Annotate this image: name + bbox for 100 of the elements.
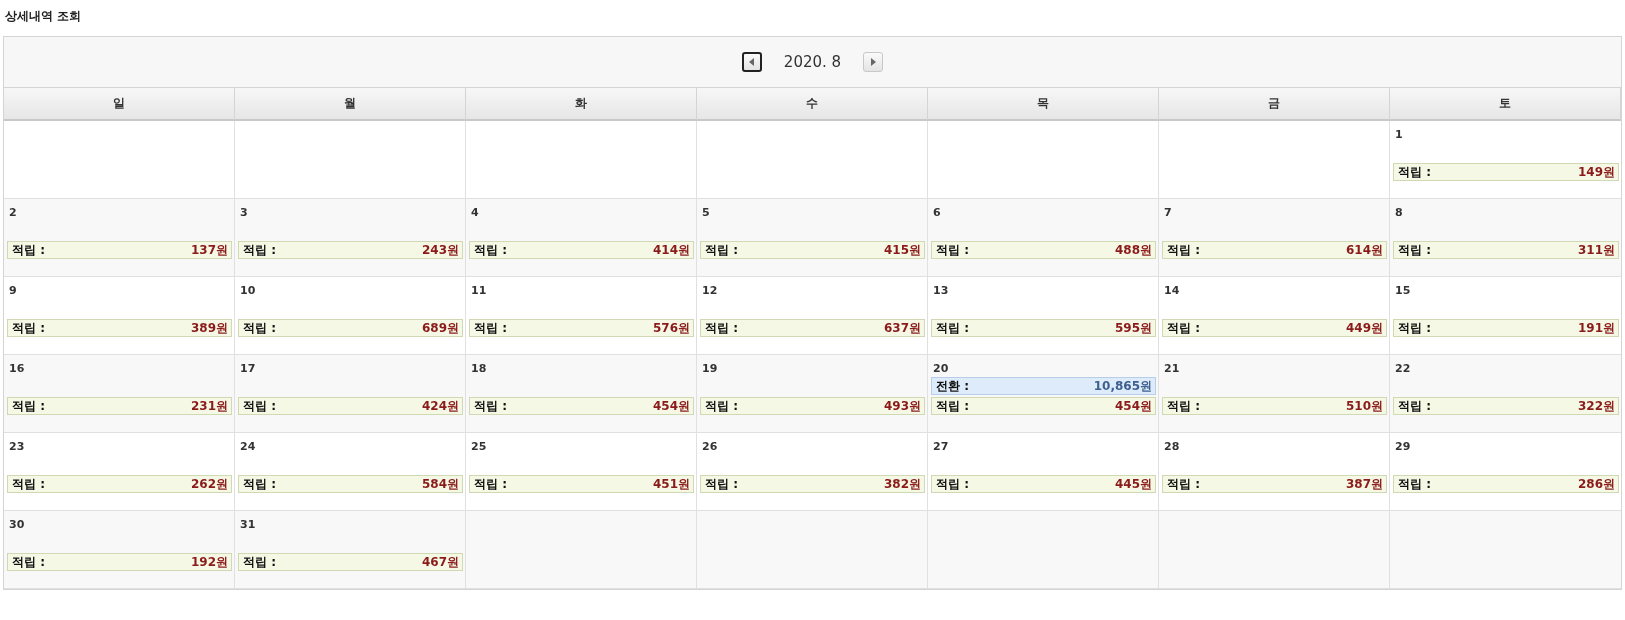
entry-amount: 424원 [421,397,459,415]
day-cell[interactable]: 9 적립 : 389원 [4,277,235,355]
day-cell[interactable]: 26 적립 : 382원 [697,433,928,511]
day-cell[interactable]: 20 전환 : 10,865원 적립 : 454원 [928,355,1159,433]
day-cell[interactable]: 25 적립 : 451원 [466,433,697,511]
entry-label: 적립 : [936,319,969,337]
day-cell[interactable]: 10 적립 : 689원 [235,277,466,355]
day-number: 9 [8,283,18,299]
day-number: 7 [1163,205,1173,221]
day-number: 14 [1163,283,1181,299]
day-cell[interactable]: 28 적립 : 387원 [1159,433,1390,511]
weekday-header: 목 [928,88,1159,121]
day-number: 26 [701,439,719,455]
entry-amount: 286원 [1577,475,1615,493]
day-number: 18 [470,361,488,377]
day-number: 12 [701,283,719,299]
day-number: 28 [1163,439,1181,455]
entry-label: 적립 : [12,475,45,493]
entry-label: 적립 : [474,397,507,415]
entry-amount: 10,865원 [1093,377,1152,395]
weekday-header: 토 [1390,88,1621,121]
day-cell[interactable]: 18 적립 : 454원 [466,355,697,433]
day-number: 15 [1394,283,1412,299]
previous-month-button[interactable] [741,52,762,72]
day-cell[interactable]: 27 적립 : 445원 [928,433,1159,511]
weekday-header: 일 [4,88,235,121]
left-triangle-icon [748,58,755,66]
entry-amount: 637원 [883,319,921,337]
entry-label: 적립 : [936,475,969,493]
day-cell[interactable]: 8 적립 : 311원 [1390,199,1621,277]
entry-label: 적립 : [243,553,276,571]
entry-amount: 488원 [1114,241,1152,259]
day-number: 8 [1394,205,1404,221]
entry-amount: 191원 [1577,319,1615,337]
day-number: 30 [8,517,26,533]
entry-amount: 614원 [1345,241,1383,259]
entry-label: 적립 : [12,553,45,571]
day-cell[interactable]: 5 적립 : 415원 [697,199,928,277]
entry-label: 적립 : [705,319,738,337]
entry-amount: 137원 [190,241,228,259]
entry-label: 적립 : [705,241,738,259]
entry-amount: 454원 [652,397,690,415]
day-cell[interactable]: 14 적립 : 449원 [1159,277,1390,355]
entry-label: 적립 : [1167,319,1200,337]
day-cell[interactable]: 16 적립 : 231원 [4,355,235,433]
day-number: 24 [239,439,257,455]
day-number: 16 [8,361,26,377]
entry-amount: 389원 [190,319,228,337]
day-cell[interactable]: 6 적립 : 488원 [928,199,1159,277]
entry-label: 적립 : [1398,241,1431,259]
entry-amount: 449원 [1345,319,1383,337]
day-cell[interactable]: 31 적립 : 467원 [235,511,466,589]
day-number: 3 [239,205,249,221]
day-cell[interactable]: 11 적립 : 576원 [466,277,697,355]
day-cell[interactable]: 22 적립 : 322원 [1390,355,1621,433]
entry-amount: 387원 [1345,475,1383,493]
weekday-header: 수 [697,88,928,121]
day-number: 5 [701,205,711,221]
right-triangle-icon [870,58,877,66]
day-number: 25 [470,439,488,455]
entry-amount: 467원 [421,553,459,571]
day-cell[interactable]: 17 적립 : 424원 [235,355,466,433]
day-number: 2 [8,205,18,221]
weekday-header: 금 [1159,88,1390,121]
entry-amount: 454원 [1114,397,1152,415]
entry-label: 적립 : [474,241,507,259]
day-cell[interactable]: 30 적립 : 192원 [4,511,235,589]
day-number: 31 [239,517,257,533]
entry-amount: 595원 [1114,319,1152,337]
entry-label: 적립 : [12,319,45,337]
day-cell[interactable]: 21 적립 : 510원 [1159,355,1390,433]
day-cell[interactable]: 7 적립 : 614원 [1159,199,1390,277]
day-number: 11 [470,283,488,299]
weekday-header: 화 [466,88,697,121]
next-month-button[interactable] [863,52,884,72]
entry-label: 적립 : [936,397,969,415]
entry-label: 적립 : [1398,163,1431,181]
day-number: 27 [932,439,950,455]
entry-amount: 584원 [421,475,459,493]
day-cell[interactable]: 19 적립 : 493원 [697,355,928,433]
day-cell[interactable]: 3 적립 : 243원 [235,199,466,277]
entry-amount: 510원 [1345,397,1383,415]
day-number: 10 [239,283,257,299]
entry-label: 적립 : [243,241,276,259]
day-cell[interactable]: 24 적립 : 584원 [235,433,466,511]
entry-label: 적립 : [936,241,969,259]
entry-label: 적립 : [1167,241,1200,259]
day-number: 20 [932,361,950,377]
day-cell[interactable]: 12 적립 : 637원 [697,277,928,355]
entry-amount: 192원 [190,553,228,571]
day-cell[interactable]: 23 적립 : 262원 [4,433,235,511]
day-cell[interactable]: 13 적립 : 595원 [928,277,1159,355]
entry-amount: 445원 [1114,475,1152,493]
entry-amount: 689원 [421,319,459,337]
day-cell[interactable]: 4 적립 : 414원 [466,199,697,277]
entry-label: 적립 : [705,397,738,415]
day-cell[interactable]: 2 적립 : 137원 [4,199,235,277]
entry-label: 적립 : [474,475,507,493]
entry-amount: 415원 [883,241,921,259]
entry-label: 적립 : [12,241,45,259]
